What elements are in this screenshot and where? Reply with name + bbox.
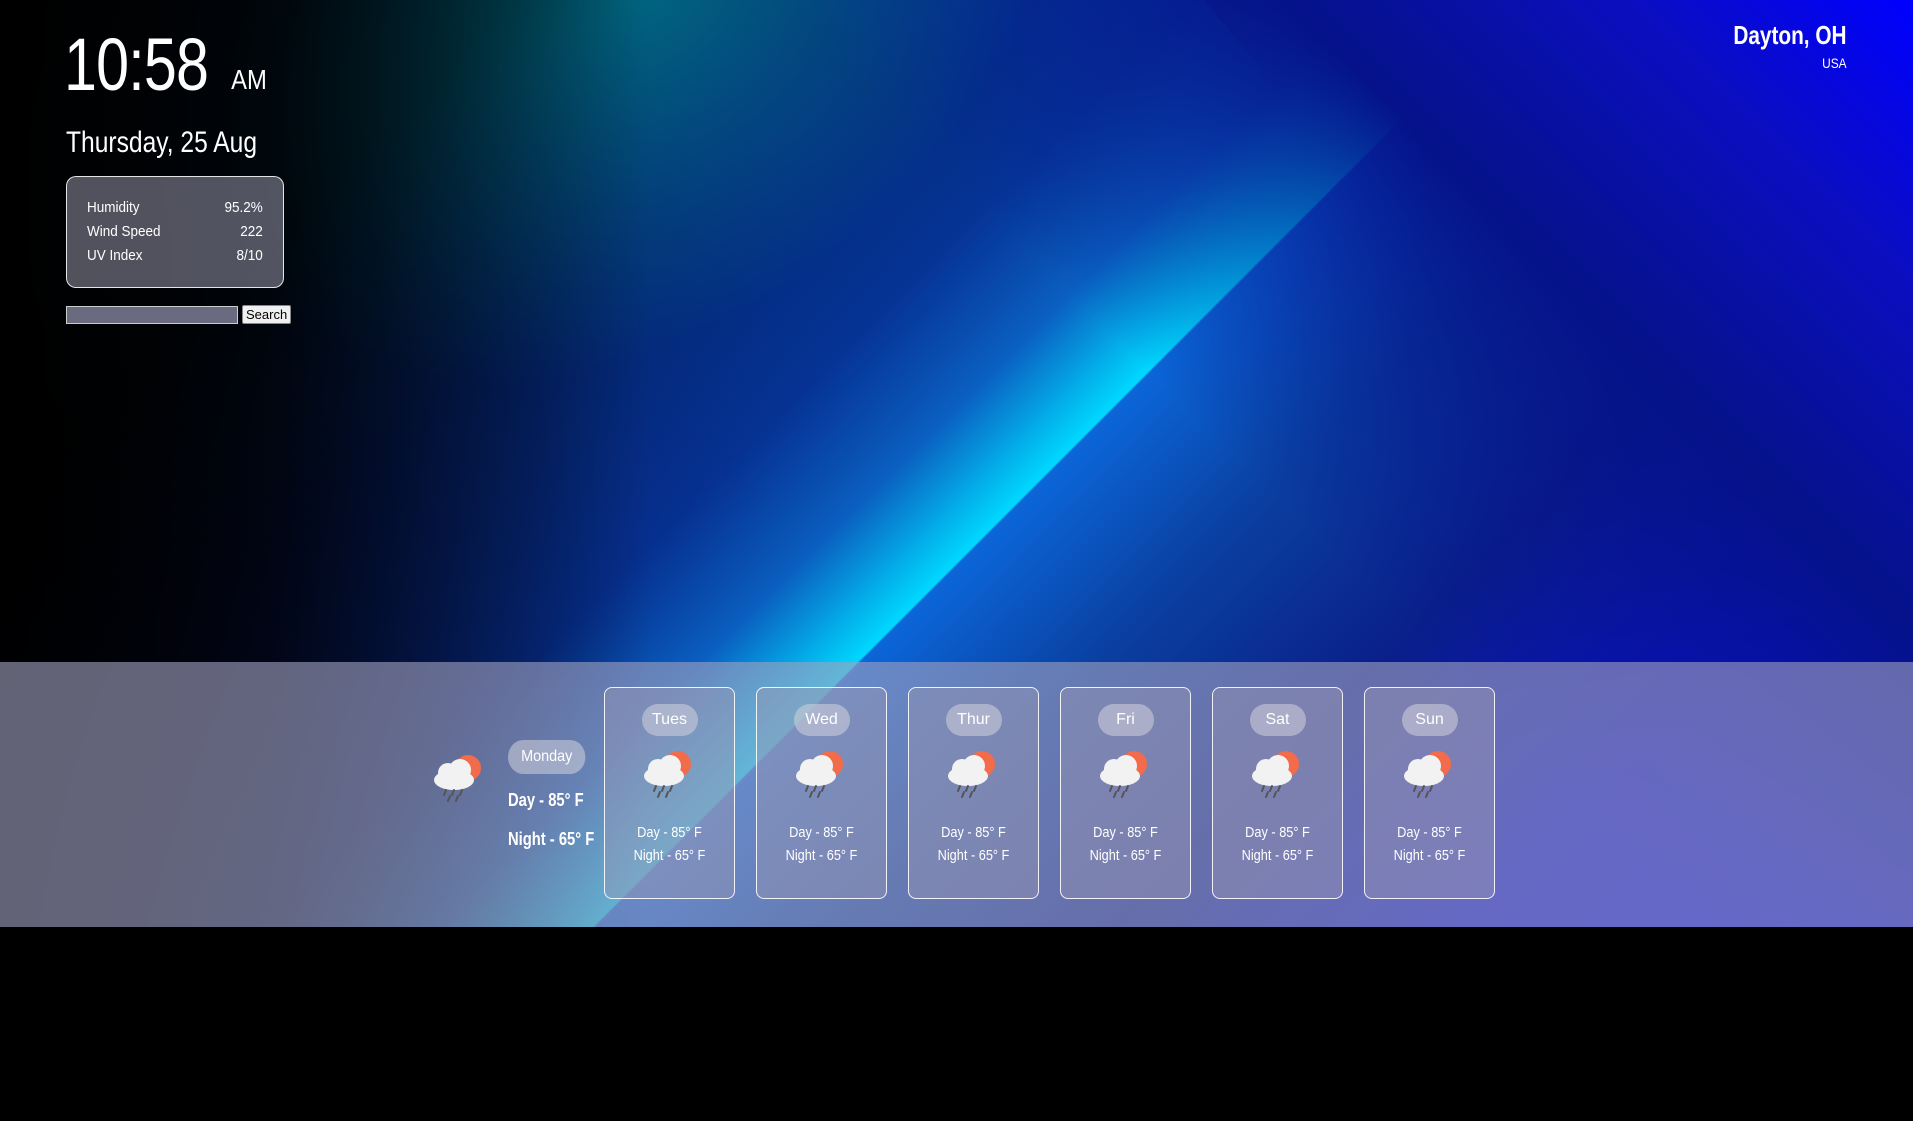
clock-time: 10:58 [64,23,209,106]
forecast-card: Wed Day - 85° F Night - 65° F [756,687,887,899]
day-pill: Monday [508,740,586,774]
day-pill: Sat [1249,704,1306,736]
day-pill: Thur [945,704,1002,736]
stat-value: 222 [240,223,263,240]
night-temp: Night - 65° F [1089,847,1162,864]
stat-uv-index: UV Index 8/10 [87,247,263,271]
day-temp: Day - 85° F [941,824,1006,841]
rain-cloud-sun-icon [430,748,490,804]
forecast-card: Thur Day - 85° F Night - 65° F [908,687,1039,899]
rain-cloud-sun-icon [792,744,852,800]
forecast-card: Sun Day - 85° F Night - 65° F [1364,687,1495,899]
day-pill: Wed [793,704,850,736]
day-temp: Day - 85° F [1397,824,1462,841]
current-date: Thursday, 25 Aug [66,126,258,159]
night-temp: Night - 65° F [633,847,706,864]
day-temp: Day - 85° F [508,790,584,810]
rain-cloud-sun-icon [944,744,1004,800]
day-pill: Fri [1097,704,1154,736]
stat-wind-speed: Wind Speed 222 [87,223,263,247]
location-city: Dayton, OH [1733,20,1847,50]
stat-label: UV Index [87,247,143,264]
forecast-card: Fri Day - 85° F Night - 65° F [1060,687,1191,899]
day-temp: Day - 85° F [1093,824,1158,841]
clock-ampm: AM [231,64,268,95]
day-temp: Day - 85° F [789,824,854,841]
night-temp: Night - 65° F [508,829,595,849]
day-temp: Day - 85° F [1245,824,1310,841]
search-input[interactable] [66,305,238,324]
clock: 10:58 AM [64,28,270,102]
today-text: Monday Day - 85° F Night - 65° F [508,740,608,850]
day-temp: Day - 85° F [637,824,702,841]
stat-value: 95.2% [224,199,263,216]
rain-cloud-sun-icon [1248,744,1308,800]
search-bar: Search [66,305,292,324]
rain-cloud-sun-icon [1400,744,1460,800]
location-country: USA [1822,55,1847,71]
forecast-card: Tues Day - 85° F Night - 65° F [604,687,735,899]
weather-stats-panel: Humidity 95.2% Wind Speed 222 UV Index 8… [66,176,284,288]
forecast-bar: Monday Day - 85° F Night - 65° F Tues Da… [0,662,1913,927]
night-temp: Night - 65° F [1241,847,1314,864]
location: Dayton, OH USA [1705,20,1847,71]
rain-cloud-sun-icon [640,744,700,800]
night-temp: Night - 65° F [1393,847,1466,864]
night-temp: Night - 65° F [785,847,858,864]
day-pill: Tues [641,704,698,736]
stat-label: Humidity [87,199,140,216]
search-button[interactable]: Search [242,305,292,324]
rain-cloud-sun-icon [1096,744,1156,800]
stat-humidity: Humidity 95.2% [87,199,263,223]
day-pill: Sun [1401,704,1458,736]
stat-value: 8/10 [236,247,263,264]
stat-label: Wind Speed [87,223,161,240]
night-temp: Night - 65° F [937,847,1010,864]
forecast-card: Sat Day - 85° F Night - 65° F [1212,687,1343,899]
